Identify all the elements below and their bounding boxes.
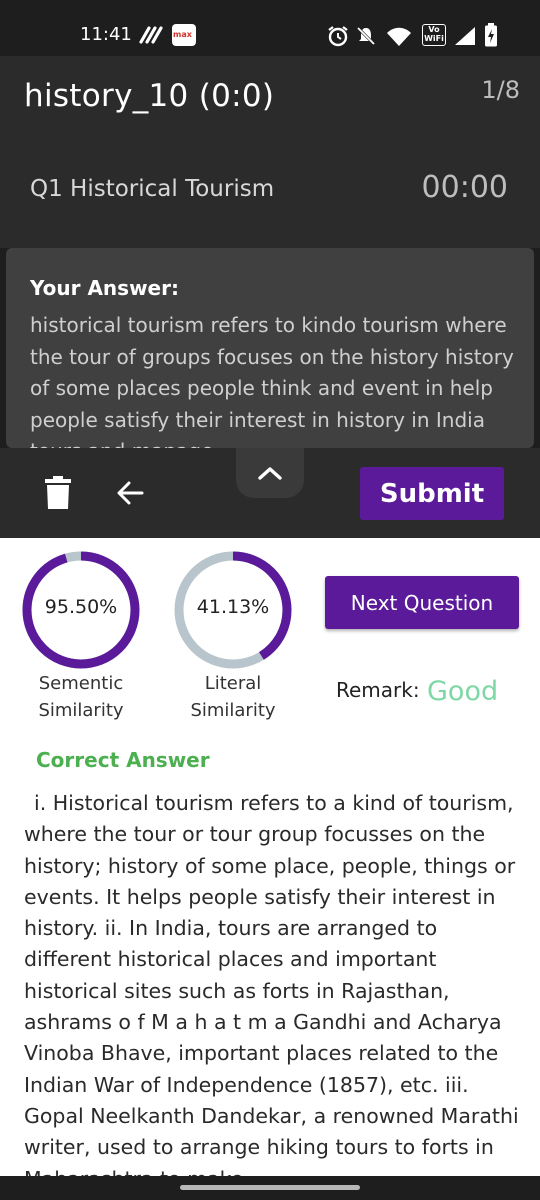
back-arrow-icon[interactable]	[116, 480, 144, 506]
quiz-header: history_10 (0:0) 1/8 Q1 Historical Touri…	[0, 56, 540, 248]
quiz-title: history_10 (0:0)	[24, 78, 275, 114]
next-question-button[interactable]: Next Question	[325, 576, 519, 629]
remark-value: Good	[427, 676, 499, 707]
literal-similarity-caption: Literal Similarity	[190, 673, 276, 721]
alarm-icon	[328, 26, 348, 47]
messaging-icon	[139, 26, 163, 44]
question-timer: 00:00	[421, 170, 508, 205]
your-answer-heading: Your Answer:	[30, 276, 179, 300]
vowifi-icon: Vo WiFi	[422, 24, 446, 46]
semantic-similarity-gauge: 95.50% Sementic Similarity	[19, 538, 143, 738]
trash-icon[interactable]	[44, 476, 72, 510]
your-answer-text[interactable]: historical tourism refers to kindo touri…	[30, 310, 516, 448]
collapse-button[interactable]	[236, 448, 304, 498]
submit-button[interactable]: Submit	[360, 467, 504, 520]
correct-answer-heading: Correct Answer	[36, 748, 210, 772]
page-indicator: 1/8	[481, 76, 520, 104]
wifi-icon	[387, 27, 411, 46]
signal-icon	[455, 27, 475, 45]
navigation-bar	[0, 1176, 540, 1200]
remark-label: Remark:	[336, 678, 420, 702]
question-label: Q1 Historical Tourism	[30, 176, 275, 202]
semantic-similarity-caption: Sementic Similarity	[38, 673, 124, 721]
home-gesture-handle[interactable]	[180, 1185, 360, 1190]
result-panel: 95.50% Sementic Similarity 41.13% Litera…	[0, 538, 540, 1176]
literal-similarity-value: 41.13%	[196, 596, 270, 618]
vowifi-line-2: WiFi	[424, 34, 444, 43]
chevron-up-icon	[258, 467, 282, 480]
battery-charging-icon	[485, 23, 497, 47]
app-badge-text: max	[173, 30, 192, 39]
semantic-similarity-value: 95.50%	[44, 596, 118, 618]
literal-similarity-gauge: 41.13% Literal Similarity	[171, 538, 295, 738]
mute-icon	[356, 26, 376, 46]
answer-toolbar: Submit	[0, 448, 540, 538]
correct-answer-text: i. Historical tourism refers to a kind o…	[24, 791, 519, 1176]
your-answer-card[interactable]: Your Answer: historical tourism refers t…	[6, 248, 534, 448]
status-bar: 11:41 max Vo WiFi	[0, 0, 540, 56]
app-badge-icon: max	[172, 24, 196, 46]
status-time: 11:41	[80, 24, 132, 45]
vowifi-line-1: Vo	[428, 25, 440, 34]
